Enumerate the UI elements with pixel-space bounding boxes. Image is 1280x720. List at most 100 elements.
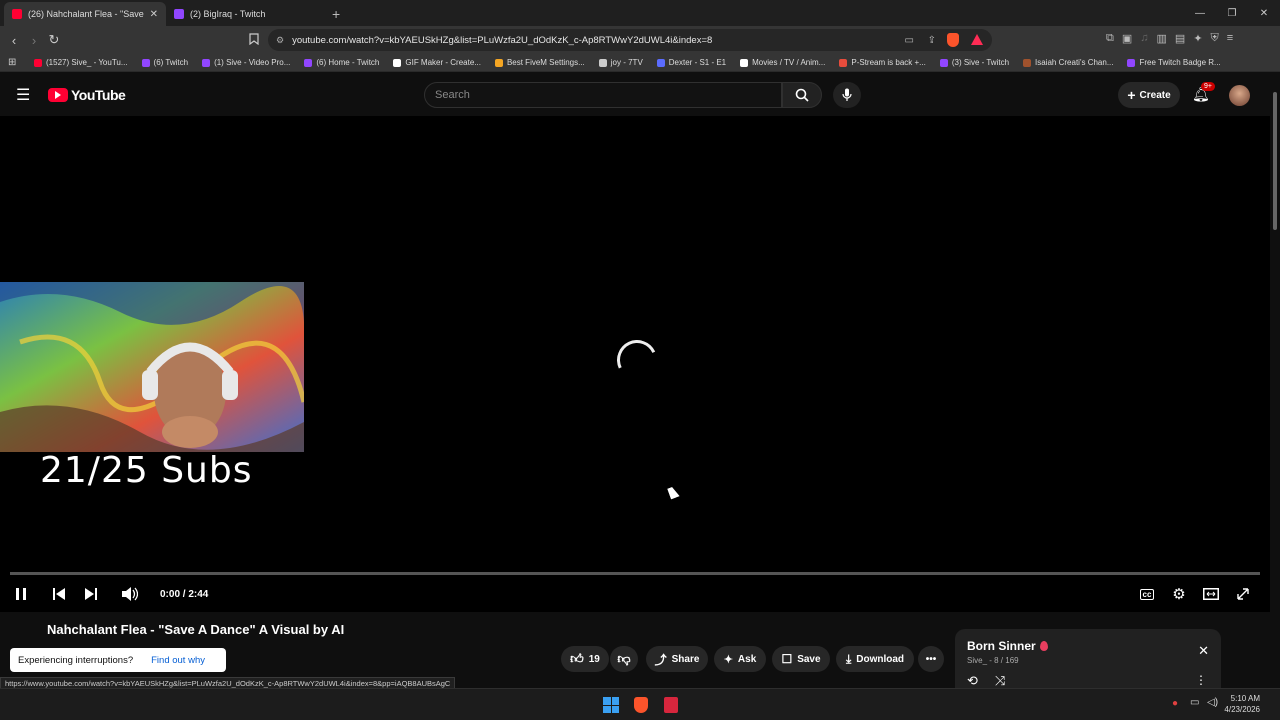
loop-icon[interactable]: ⟲ [967,673,978,689]
previous-button[interactable] [50,582,68,606]
search-button[interactable] [782,82,822,108]
leo-ai-icon[interactable]: ✦ [1193,32,1202,45]
bookmark-item[interactable]: (6) Twitch [141,58,188,67]
reload-icon[interactable]: ↻ [44,32,64,48]
forward-icon[interactable]: › [24,33,44,48]
bookmark-item[interactable]: Best FiveM Settings... [494,58,585,67]
volume-button[interactable] [120,582,140,606]
notification-badge: 9+ [1201,82,1215,91]
brave-rewards-icon[interactable] [971,34,983,45]
7tv-icon [598,58,607,67]
progress-bar[interactable] [10,572,1260,575]
extensions-icon[interactable]: ⧉ [1106,32,1114,45]
wallet-icon[interactable]: ▤ [1175,32,1185,45]
back-icon[interactable]: ‹ [4,33,24,48]
cast-icon[interactable]: ▭ [905,35,914,46]
bookmark-item[interactable]: Dexter - S1 - E1 [656,58,726,67]
close-tab-icon[interactable]: ✕ [150,9,158,20]
search-input[interactable]: Search [424,82,782,108]
more-horizontal-icon: ••• [925,653,937,665]
bookmark-item[interactable]: GIF Maker - Create... [393,58,481,67]
twitch-favicon-icon [174,9,184,19]
shuffle-icon[interactable]: ⤨ [995,673,1005,689]
next-icon [85,588,97,600]
search-icon [795,88,809,102]
more-actions-button[interactable]: ••• [918,646,944,672]
settings-button[interactable]: ⚙ [1170,582,1188,606]
video-player[interactable]: 21/25 Subs 0:00 / 2:44 cc ⚙ [0,116,1270,612]
bookmark-item[interactable]: P-Stream is back +... [839,58,926,67]
site-info-icon[interactable]: ⚙ [276,35,284,46]
notifications-button[interactable]: 🔔︎ 9+ [1192,82,1215,103]
bookmark-item[interactable]: (1) Sive - Video Pro... [202,58,290,67]
tab-youtube[interactable]: (26) Nahchalant Flea - "Save A D ✕ [4,2,166,26]
bookmark-item[interactable]: Free Twitch Badge R... [1127,58,1221,67]
youtube-logo[interactable]: YouTube [48,87,126,103]
bookmark-icon[interactable] [244,32,264,48]
channel-icon [1023,58,1032,67]
bookmark-item[interactable]: Isaiah Creati's Chan... [1023,58,1113,67]
window-controls: — ❐ ✕ [1184,0,1280,26]
bookmark-item[interactable]: (1527) Sive_ - YouTu... [34,58,128,67]
like-button[interactable]: 👍︎ 19 [561,646,609,672]
windows-start-icon[interactable] [603,697,619,713]
url-field[interactable]: ⚙ youtube.com/watch?v=kbYAEUSkHZg&list=P… [268,29,992,51]
system-clock[interactable]: 5:10 AM 4/23/2026 [1224,693,1260,715]
create-label: Create [1139,89,1171,101]
brave-browser-icon[interactable] [634,697,648,713]
playlist-title[interactable]: Born Sinner [967,639,1036,653]
like-count: 19 [588,653,600,665]
youtube-play-icon [48,88,68,102]
scrollbar[interactable] [1270,86,1280,688]
dislike-button[interactable]: 👎︎ [610,646,638,672]
pause-button[interactable] [12,582,30,606]
close-window-button[interactable]: ✕ [1248,0,1280,26]
webcam-image [0,282,304,452]
screenshot-icon[interactable]: ▣ [1122,32,1132,45]
bookmark-item[interactable]: (3) Sive - Twitch [939,58,1009,67]
bookmark-item[interactable]: (6) Home - Twitch [304,58,379,67]
download-button[interactable]: ⤓ Download [836,646,914,672]
media-icon[interactable]: ♫ [1140,32,1148,45]
brave-shields-icon[interactable] [947,33,959,47]
microphone-tray-icon[interactable]: ● [1172,698,1178,709]
playlist-menu-icon[interactable]: ⋮ [1195,673,1207,687]
create-button[interactable]: + Create [1118,82,1180,108]
apps-grid-icon[interactable]: ⊞ [8,57,16,68]
share-button[interactable]: ⤴ Share [646,646,708,672]
clock-date: 4/23/2026 [1224,705,1260,714]
download-label: Download [856,653,905,665]
next-button[interactable] [82,582,100,606]
new-tab-button[interactable]: + [332,2,340,26]
twitch-icon [939,58,948,67]
save-playlist-icon: ☐ [781,652,793,666]
player-controls: 0:00 / 2:44 cc ⚙ [0,582,1270,606]
menu-icon[interactable]: ≡ [1227,32,1233,45]
previous-icon [53,588,65,600]
scrollbar-thumb[interactable] [1273,92,1277,230]
voice-search-button[interactable] [833,82,861,108]
share-page-icon[interactable]: ⇪ [928,35,936,46]
download-icon: ⤓ [845,651,852,666]
bookmark-item[interactable]: Movies / TV / Anim... [740,58,825,67]
captions-icon: cc [1139,588,1155,600]
ask-button[interactable]: ✦ Ask [714,646,766,672]
network-icon[interactable]: ▭ [1190,697,1199,708]
minimize-button[interactable]: — [1184,0,1216,26]
avatar[interactable] [1229,85,1250,106]
app-icon[interactable] [664,697,678,713]
save-button[interactable]: ☐ Save [772,646,830,672]
find-out-why-link[interactable]: Find out why [151,655,205,666]
maximize-button[interactable]: ❐ [1216,0,1248,26]
close-icon[interactable]: ✕ [1198,643,1209,659]
hamburger-menu-icon[interactable]: ☰ [16,85,30,105]
volume-tray-icon[interactable]: ◁) [1207,697,1218,708]
bookmark-item[interactable]: joy - 7TV [598,58,643,67]
sidebar-icon[interactable]: ▥ [1157,32,1167,45]
fullscreen-button[interactable] [1234,582,1252,606]
theater-mode-button[interactable] [1202,582,1220,606]
vpn-icon[interactable]: ⛨ [1211,32,1219,45]
captions-button[interactable]: cc [1138,582,1156,606]
interruption-toast: Experiencing interruptions? Find out why [10,648,226,672]
tab-twitch[interactable]: (2) BigIraq - Twitch [166,2,326,26]
